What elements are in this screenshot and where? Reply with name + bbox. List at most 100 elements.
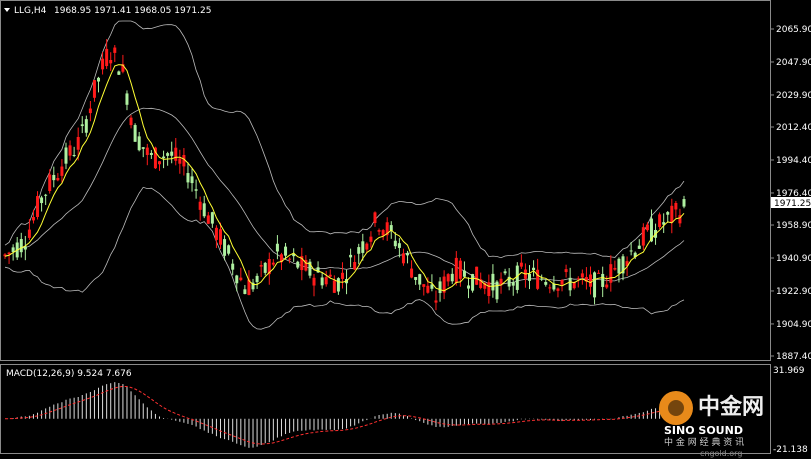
candle-body	[64, 147, 68, 164]
candle-body	[92, 80, 96, 98]
candle-body	[263, 262, 267, 273]
candle-body	[190, 176, 194, 184]
price-tick-label: 1940.90	[776, 254, 811, 264]
watermark-url: cngold.org	[700, 449, 742, 458]
price-tick-label: 2065.90	[776, 25, 811, 35]
candle-body	[401, 253, 405, 264]
candle-body	[658, 214, 662, 227]
candle-body	[259, 265, 263, 267]
candle-body	[605, 284, 609, 288]
candle-body	[540, 278, 544, 280]
candle-body	[597, 272, 601, 274]
candle-body	[296, 261, 300, 268]
candle-body	[68, 145, 72, 156]
candle-body	[141, 147, 145, 149]
candle-body	[373, 212, 377, 223]
candle-body	[450, 273, 454, 282]
candle-body	[593, 272, 597, 298]
candle-body	[36, 196, 40, 217]
candle-body	[637, 245, 641, 249]
macd-tick-label: 31.969	[773, 366, 805, 376]
candle-body	[72, 155, 76, 157]
watermark-en: SINO SOUND	[664, 424, 743, 437]
macd-histogram	[8, 382, 685, 448]
candle-body	[511, 282, 515, 286]
candle-body	[133, 125, 137, 142]
candle-body	[117, 71, 121, 75]
candle-body	[568, 277, 572, 291]
candle-body	[515, 265, 519, 290]
macd-tick-label: -21.138	[773, 445, 808, 455]
candle-body	[178, 158, 182, 164]
candle-body	[361, 241, 365, 253]
candle-body	[418, 274, 422, 285]
macd-indicator-label: MACD(12,26,9) 9.524 7.676	[6, 369, 132, 379]
candle-body	[532, 267, 536, 271]
candle-body	[365, 243, 369, 250]
current-price-label: 1971.25	[774, 199, 811, 209]
candle-body	[471, 274, 475, 291]
candle-body	[239, 277, 243, 281]
candle-body	[125, 93, 129, 105]
candle-body	[52, 174, 56, 181]
candle-body	[206, 215, 210, 224]
candle-body	[129, 117, 133, 126]
candle-body	[670, 205, 674, 223]
candle-body	[560, 280, 564, 285]
chart-menu-triangle-icon[interactable]	[4, 8, 10, 12]
candle-body	[88, 108, 92, 114]
candle-body	[60, 166, 64, 176]
candle-body	[556, 288, 560, 291]
candle-body	[601, 273, 605, 287]
candle-body	[48, 174, 52, 192]
ohlc-values: 1968.95 1971.41 1968.05 1971.25	[54, 6, 211, 16]
candle-body	[44, 194, 48, 196]
candle-body	[393, 240, 397, 247]
candle-body	[548, 287, 552, 289]
candle-body	[613, 267, 617, 270]
candle-body	[340, 272, 344, 279]
candle-body	[174, 147, 178, 161]
candle-body	[202, 203, 206, 217]
price-tick-label: 2012.40	[776, 123, 811, 133]
candle-body	[243, 289, 247, 294]
candle-body	[227, 245, 231, 254]
candle-body	[397, 243, 401, 248]
candle-body	[19, 238, 23, 253]
candle-body	[158, 161, 162, 165]
candle-body	[682, 199, 686, 207]
candle-body	[353, 262, 357, 270]
moving-average-line	[4, 64, 685, 292]
symbol-label: LLG,H4	[14, 6, 47, 16]
candle-body	[519, 262, 523, 267]
candle-body	[434, 300, 438, 303]
price-axis: 2065.902047.902029.902012.401994.401976.…	[770, 25, 811, 362]
candle-body	[31, 217, 35, 221]
candle-body	[349, 254, 353, 258]
candle-body	[275, 243, 279, 252]
candle-body	[235, 275, 239, 284]
candle-body	[76, 137, 80, 150]
candle-body	[617, 258, 621, 274]
price-tick-label: 2047.90	[776, 58, 811, 68]
candle-body	[97, 77, 101, 82]
candle-body	[454, 257, 458, 283]
candle-body	[410, 268, 414, 278]
candle-body	[576, 278, 580, 280]
candle-body	[426, 285, 430, 293]
candle-body	[145, 147, 149, 155]
candlestick-series	[3, 39, 686, 311]
price-tick-label: 1904.90	[776, 320, 811, 330]
candle-body	[609, 264, 613, 283]
candle-body	[56, 178, 60, 181]
candle-body	[629, 250, 633, 252]
candle-body	[324, 277, 328, 285]
candle-body	[666, 212, 670, 215]
candle-body	[137, 136, 141, 151]
candle-body	[166, 153, 170, 156]
candle-body	[271, 262, 275, 265]
candle-body	[357, 247, 361, 254]
candle-body	[674, 202, 678, 210]
candle-body	[491, 273, 495, 291]
candle-body	[312, 277, 316, 286]
